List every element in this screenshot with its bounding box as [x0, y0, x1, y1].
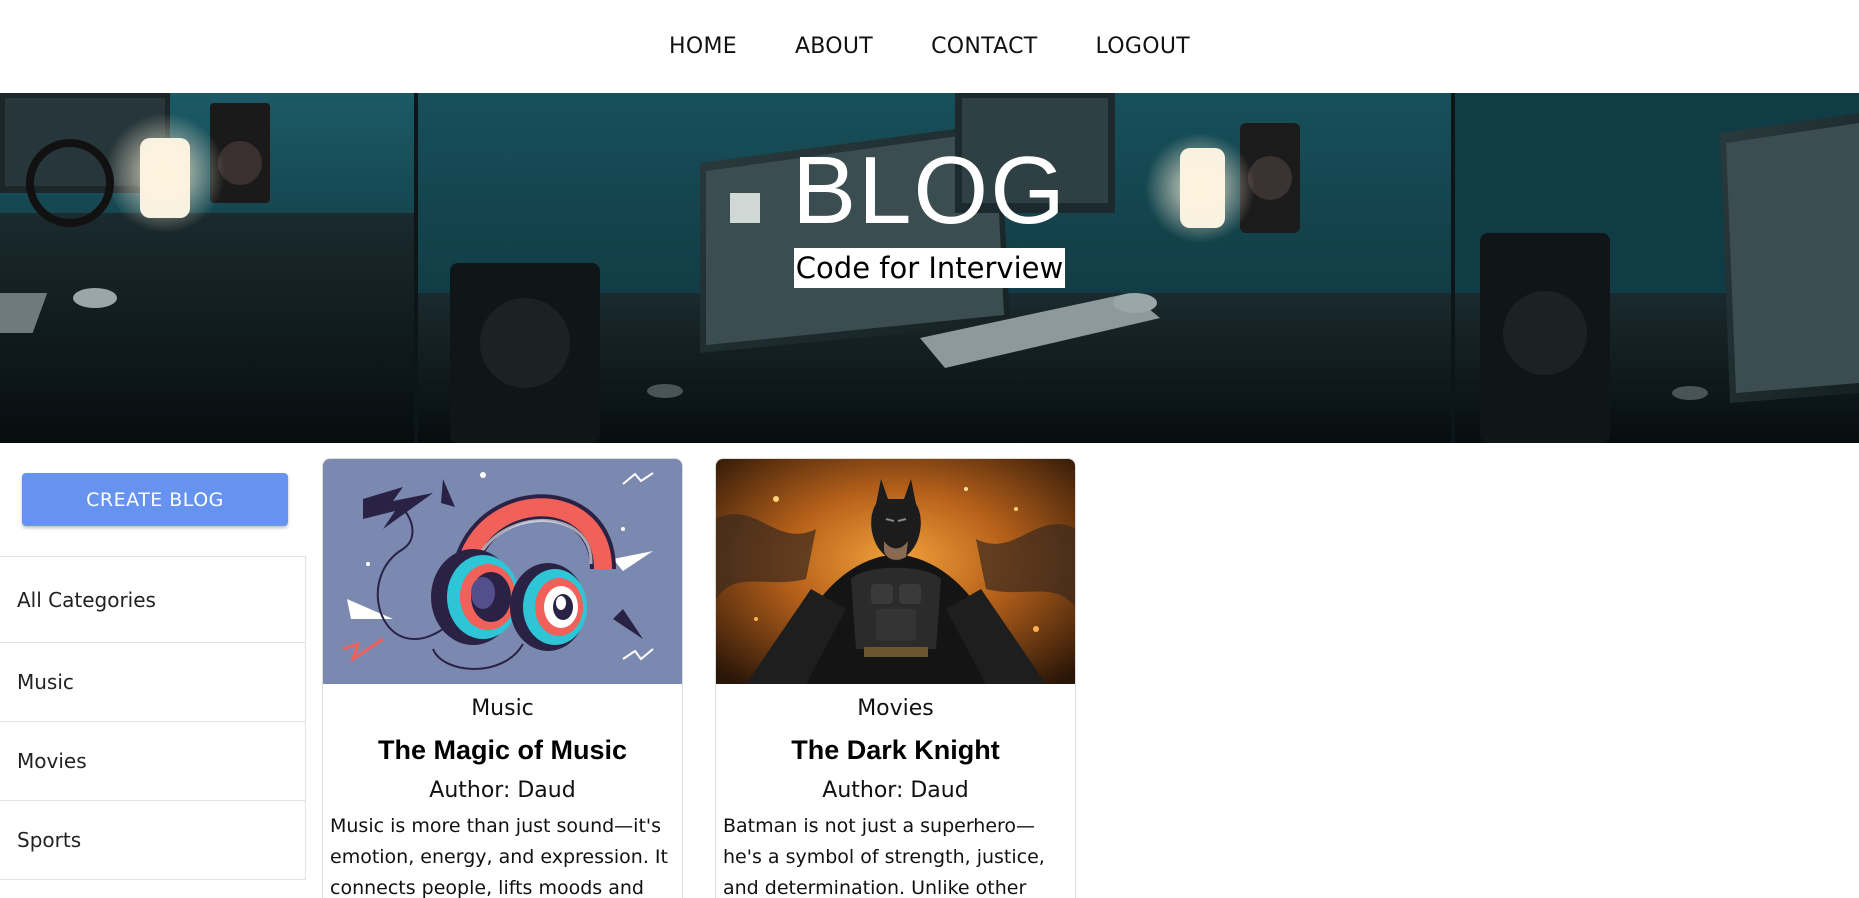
- create-blog-button[interactable]: CREATE BLOG: [22, 473, 288, 526]
- headphones-image: [323, 459, 682, 684]
- category-item-sports[interactable]: Sports: [0, 801, 305, 880]
- post-excerpt: Music is more than just sound—it's emoti…: [330, 815, 668, 898]
- post-excerpt: Batman is not just a superhero—he's a sy…: [723, 815, 1045, 898]
- top-navigation: HOME ABOUT CONTACT LOGOUT: [0, 0, 1859, 93]
- nav-contact-link[interactable]: CONTACT: [931, 34, 1037, 59]
- post-card-movies[interactable]: Movies The Dark Knight Author: Daud Batm…: [715, 458, 1076, 898]
- post-card-music[interactable]: Music The Magic of Music Author: Daud Mu…: [322, 458, 683, 898]
- post-author: Author: Daud: [429, 778, 576, 803]
- post-title: The Dark Knight: [791, 735, 1000, 765]
- nav-about-link[interactable]: ABOUT: [795, 34, 873, 59]
- post-author: Author: Daud: [822, 778, 969, 803]
- category-item-movies[interactable]: Movies: [0, 722, 305, 801]
- post-category: Music: [471, 696, 534, 721]
- category-item-all[interactable]: All Categories: [0, 557, 305, 643]
- nav-logout-link[interactable]: LOGOUT: [1096, 34, 1191, 59]
- batman-image: [716, 459, 1075, 684]
- category-list: All Categories Music Movies Sports: [0, 556, 306, 880]
- hero-subtitle: Code for Interview: [793, 248, 1066, 288]
- post-category: Movies: [857, 696, 934, 721]
- hero-title: BLOG: [792, 137, 1067, 244]
- nav-home-link[interactable]: HOME: [669, 34, 737, 59]
- category-item-music[interactable]: Music: [0, 643, 305, 722]
- post-title: The Magic of Music: [377, 735, 628, 765]
- hero-banner: BLOG Code for Interview: [0, 93, 1859, 443]
